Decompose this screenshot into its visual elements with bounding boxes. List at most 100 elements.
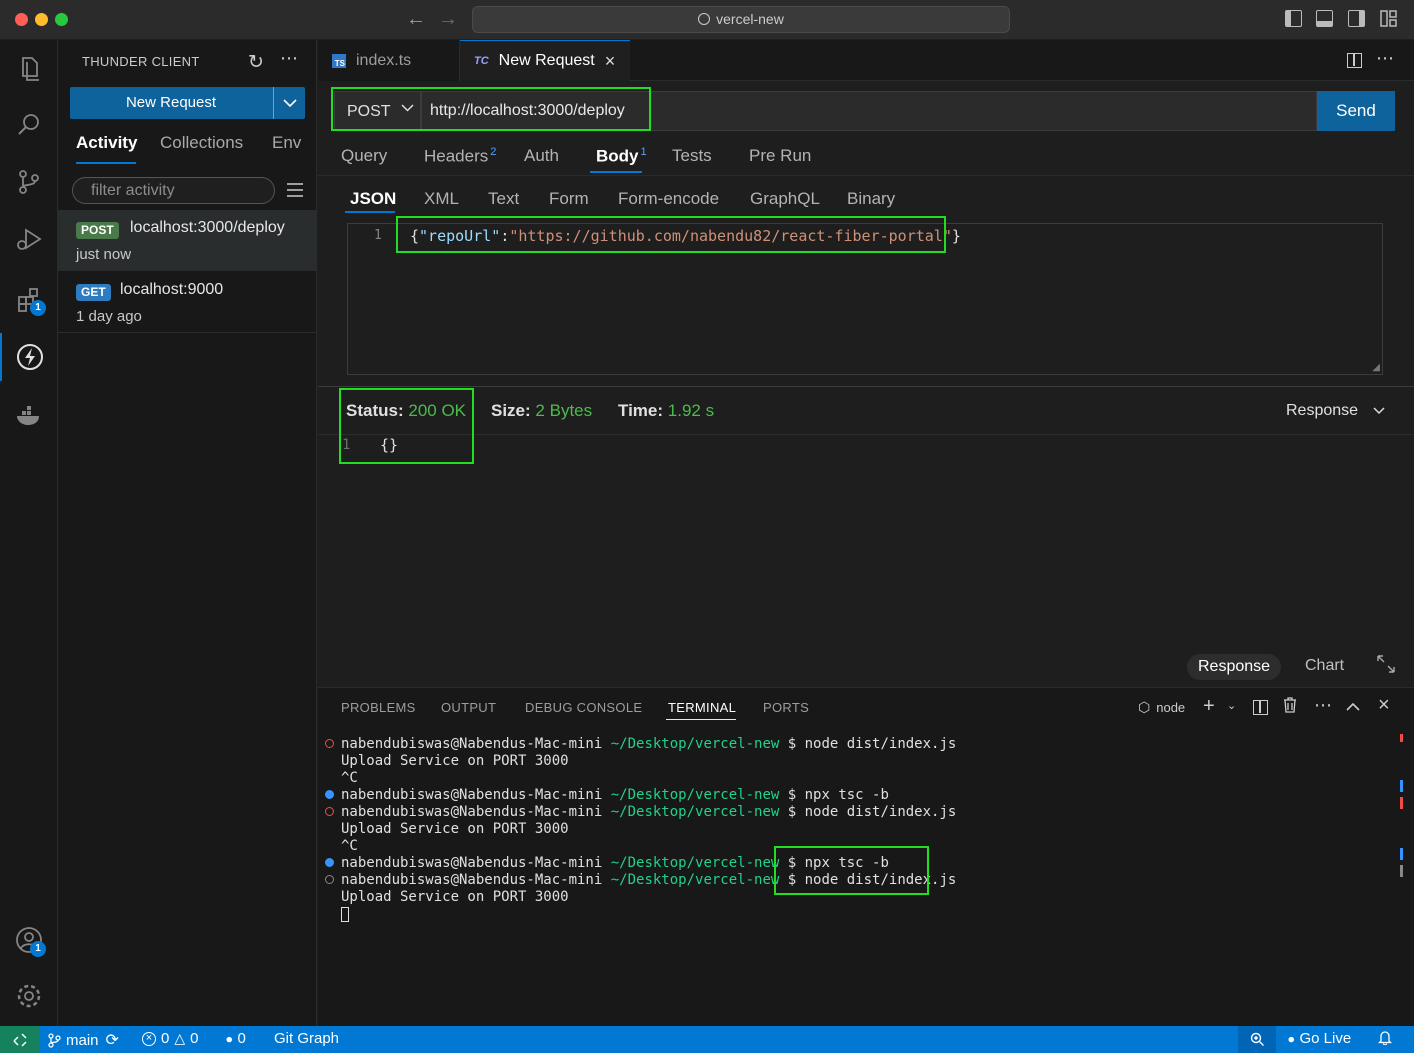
tab-new-request[interactable]: TC New Request × [460,40,630,81]
tab-index-ts[interactable]: TS index.ts [318,40,460,81]
command-center[interactable]: vercel-new [472,6,1010,33]
chevron-down-icon[interactable]: ⌄ [1227,699,1236,712]
docker-icon[interactable] [0,392,58,440]
method-value: POST [347,103,391,120]
prompt-user: nabendubiswas@Nabendus-Mac-mini [341,787,603,803]
prompt-path: ~/Desktop/vercel-new [610,804,780,820]
remote-indicator[interactable] [0,1026,40,1053]
maximize-window-button[interactable] [55,13,68,26]
prompt-command: $ node dist/index.js [787,872,957,888]
response-view-select[interactable]: Response [1286,402,1385,420]
more-actions-icon[interactable]: ⋯ [280,48,298,69]
active-tab-indicator [666,719,736,720]
body-tab-binary[interactable]: Binary [847,189,895,209]
ports-indicator[interactable]: ⦁ 0 [226,1030,246,1047]
notifications-bell-icon[interactable] [1378,1030,1392,1045]
tab-collections[interactable]: Collections [160,133,243,153]
explorer-icon[interactable] [0,44,58,92]
body-tab-json[interactable]: JSON [350,189,396,209]
tab-body[interactable]: Body 1 [596,146,647,167]
filter-menu-icon[interactable] [286,182,304,198]
expand-icon[interactable] [1376,654,1396,674]
extensions-icon[interactable]: 1 [0,276,58,324]
source-control-icon[interactable] [0,158,58,206]
editor-tab-bar: TS index.ts TC New Request × ⋯ [318,40,1414,81]
refresh-icon[interactable]: ↻ [248,51,264,74]
git-graph-button[interactable]: Git Graph [274,1030,339,1047]
activity-item[interactable]: GET localhost:9000 1 day ago [58,272,317,333]
url-input[interactable]: http://localhost:3000/deploy [421,91,1317,131]
close-window-button[interactable] [15,13,28,26]
settings-gear-icon[interactable] [0,972,58,1020]
body-tab-form[interactable]: Form [549,189,589,209]
panel-tab-terminal[interactable]: TERMINAL [668,700,736,715]
minimize-window-button[interactable] [35,13,48,26]
branch-indicator[interactable]: main ⟳ [48,1030,119,1050]
tab-env[interactable]: Env [272,133,301,153]
terminal-selector[interactable]: ⬡ node [1138,699,1185,716]
new-request-button[interactable]: New Request [70,87,305,119]
close-panel-icon[interactable]: × [1378,694,1390,717]
panel-tab-debug-console[interactable]: DEBUG CONSOLE [525,700,642,715]
response-view-button[interactable]: Response [1187,654,1282,680]
maximize-panel-icon[interactable] [1346,698,1360,716]
tab-pre-run[interactable]: Pre Run [749,146,811,166]
panel-tab-problems[interactable]: PROBLEMS [341,700,416,715]
tab-query[interactable]: Query [341,146,387,166]
toggle-panel-icon[interactable] [1316,10,1333,27]
send-button[interactable]: Send [1317,91,1395,131]
zoom-icon[interactable] [1238,1026,1276,1053]
tab-auth[interactable]: Auth [524,146,559,166]
more-actions-icon[interactable]: ⋯ [1376,48,1394,69]
command-success-icon [325,858,334,867]
remote-icon [13,1032,27,1047]
method-badge-post: POST [76,222,119,239]
chevron-down-icon [282,99,297,107]
toggle-secondary-sidebar-icon[interactable] [1348,10,1365,27]
json-body-editor[interactable]: 1 {"repoUrl":"https://github.com/nabendu… [347,223,1383,375]
tab-activity[interactable]: Activity [76,133,137,153]
split-editor-icon[interactable] [1347,53,1362,68]
go-live-button[interactable]: ⦁ Go Live [1288,1030,1351,1047]
thunder-client-icon[interactable] [0,333,58,381]
status-value: 200 OK [408,401,467,420]
resize-handle-icon[interactable]: ◢ [1372,362,1380,373]
warning-icon: △ [174,1030,186,1046]
customize-layout-icon[interactable] [1380,10,1397,27]
activity-item[interactable]: POST localhost:3000/deploy just now [58,210,317,271]
accounts-icon[interactable]: 1 [0,916,58,964]
tab-headers[interactable]: Headers 2 [424,146,496,167]
go-live-label: Go Live [1299,1030,1352,1047]
panel-tab-output[interactable]: OUTPUT [441,700,496,715]
body-tab-xml[interactable]: XML [424,189,459,209]
method-select[interactable]: POST [334,91,421,131]
new-request-dropdown[interactable] [273,87,305,119]
tab-tests[interactable]: Tests [672,146,712,166]
run-debug-icon[interactable] [0,215,58,263]
json-brace: { [410,227,420,245]
terminal-output[interactable]: nabendubiswas@Nabendus-Mac-mini ~/Deskto… [318,734,1414,1026]
response-status: Status: 200 OK [346,401,466,421]
terminal-line: Upload Service on PORT 3000 [341,753,569,769]
panel-tab-ports[interactable]: PORTS [763,700,809,715]
search-icon[interactable] [0,101,58,149]
toggle-primary-sidebar-icon[interactable] [1285,10,1302,27]
back-arrow-icon[interactable]: ← [406,8,426,31]
trash-icon[interactable] [1283,697,1297,718]
chart-view-button[interactable]: Chart [1305,657,1344,675]
line-number: 1 [374,228,382,243]
forward-arrow-icon[interactable]: → [438,8,458,31]
body-tab-form-encode[interactable]: Form-encode [618,189,719,209]
body-tab-graphql[interactable]: GraphQL [750,189,820,209]
problems-indicator[interactable]: × 0 △ 0 [142,1030,198,1047]
filter-activity-input[interactable]: filter activity [72,177,275,204]
request-response-divider[interactable] [318,386,1414,387]
new-terminal-icon[interactable]: + [1203,695,1215,718]
sync-icon[interactable]: ⟳ [106,1030,119,1050]
scrollbar-marker [1400,734,1403,742]
close-tab-icon[interactable]: × [605,51,616,72]
more-actions-icon[interactable]: ⋯ [1314,695,1332,716]
thunder-client-icon: TC [474,55,489,67]
body-tab-text[interactable]: Text [488,189,519,209]
split-terminal-icon[interactable] [1253,700,1268,715]
